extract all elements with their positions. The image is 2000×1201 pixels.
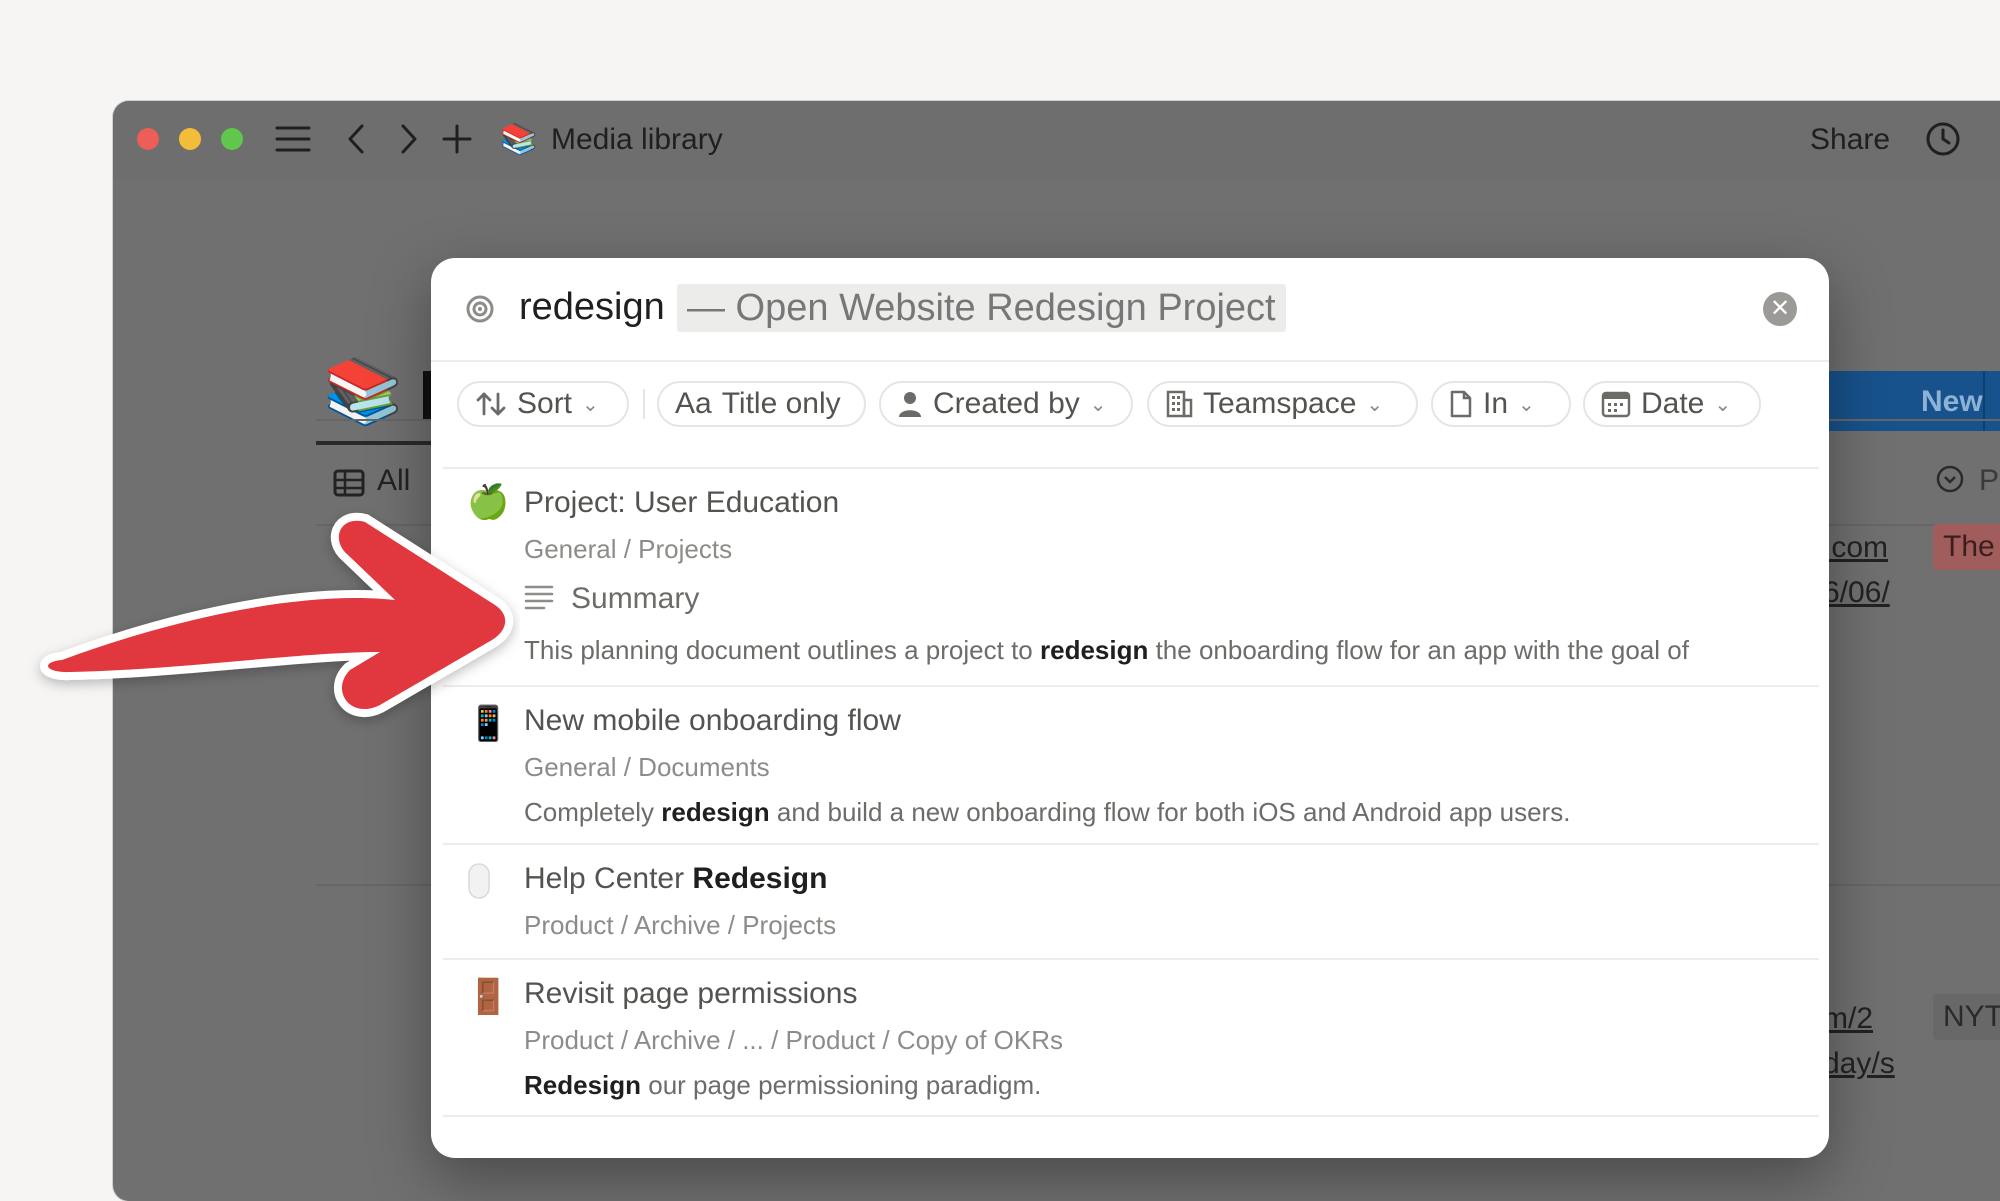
in-filter-chip[interactable]: In ⌄ — [1431, 381, 1571, 427]
date-filter-chip[interactable]: Date ⌄ — [1583, 381, 1761, 427]
publisher-tag: NYT — [1933, 994, 2000, 1040]
result-title: Help Center Redesign — [524, 862, 827, 896]
search-input[interactable]: redesign — [519, 286, 665, 329]
page-icon — [1449, 389, 1473, 419]
person-icon — [897, 390, 923, 418]
url-cell-text[interactable]: m/2 — [1823, 1002, 1873, 1036]
result-divider — [443, 1115, 1819, 1117]
in-label: In — [1483, 387, 1509, 420]
result-title: Revisit page permissions — [524, 977, 858, 1010]
result-title: New mobile onboarding flow — [524, 704, 901, 737]
search-result-item[interactable]: 📱 New mobile onboarding flow General / D… — [431, 686, 1829, 844]
search-result-item[interactable]: 🚪 Revisit page permissions Product / Arc… — [431, 959, 1829, 1129]
url-cell-text[interactable]: 6/06/ — [1823, 576, 1890, 610]
date-label: Date — [1641, 387, 1705, 420]
chevron-down-icon: ⌄ — [582, 393, 599, 416]
snippet-match: Redesign — [524, 1070, 642, 1100]
result-path: Product / Archive / Projects — [524, 910, 837, 940]
result-snippet: This planning document outlines a projec… — [524, 635, 1689, 666]
status-property-icon — [1935, 464, 1965, 499]
teamspace-label: Teamspace — [1203, 387, 1357, 420]
callout-arrow-icon — [40, 512, 514, 717]
result-snippet: Completely redesign and build a new onbo… — [524, 797, 1570, 828]
title-only-label: Title only — [721, 387, 841, 420]
snippet-text: and build a new onboarding flow for both… — [769, 797, 1571, 827]
clear-circle-icon[interactable]: ✕ — [1763, 292, 1797, 326]
result-title: Project: User Education — [524, 486, 840, 519]
title-text: Help Center — [524, 862, 693, 895]
history-clock-icon[interactable] — [1923, 119, 1963, 159]
summary-label: Summary — [571, 582, 700, 615]
snippet-text: Completely — [524, 797, 662, 827]
title-only-filter-chip[interactable]: Aa Title only — [657, 381, 866, 427]
chevron-down-icon: ⌄ — [1089, 393, 1107, 416]
chevron-down-icon: ⌄ — [1518, 393, 1535, 416]
chevron-down-icon: ⌄ — [1714, 393, 1732, 416]
mouse-icon — [467, 862, 491, 909]
result-path: General / Documents — [524, 752, 770, 782]
url-cell-text[interactable]: day/s — [1823, 1047, 1895, 1081]
teamspace-filter-chip[interactable]: Teamspace ⌄ — [1147, 381, 1418, 427]
door-icon: 🚪 — [467, 978, 510, 1016]
search-result-item[interactable]: Help Center Redesign Product / Archive /… — [431, 844, 1829, 958]
search-suggestion[interactable]: — Open Website Redesign Project — [677, 284, 1286, 332]
publisher-tag: The — [1933, 524, 2000, 570]
chevron-down-icon: ⌄ — [1366, 393, 1384, 416]
result-path: General / Projects — [524, 534, 733, 564]
snippet-text: our page permissioning paradigm. — [641, 1070, 1042, 1100]
created-by-filter-chip[interactable]: Created by ⌄ — [879, 381, 1133, 427]
page-title[interactable]: Media library — [551, 123, 723, 157]
title-match: Redesign — [692, 862, 828, 895]
new-button-label: New — [1921, 385, 1983, 418]
share-button[interactable]: Share — [1810, 123, 1890, 157]
new-button-divider — [1983, 371, 1985, 431]
property-column-marker: P — [1979, 464, 2000, 497]
search-modal: redesign — Open Website Redesign Project… — [431, 258, 1829, 1158]
calendar-icon — [1601, 390, 1631, 418]
search-bar[interactable]: redesign — Open Website Redesign Project… — [431, 258, 1829, 362]
new-button[interactable]: New — [1803, 371, 2000, 431]
building-icon — [1165, 389, 1193, 419]
sort-label: Sort — [517, 387, 573, 420]
snippet-match: redesign — [661, 797, 770, 827]
created-by-label: Created by — [933, 387, 1080, 420]
result-path: Product / Archive / ... / Product / Copy… — [524, 1025, 1063, 1055]
url-cell-text[interactable]: .com — [1823, 531, 1888, 565]
filter-divider — [643, 389, 645, 419]
summary-lines-icon — [524, 584, 554, 615]
aa-text-icon: Aa — [675, 387, 712, 420]
snippet-match: redesign — [1039, 635, 1149, 665]
snippet-text: the onboarding flow for an app with the … — [1148, 635, 1689, 665]
result-snippet: Redesign our page permissioning paradigm… — [524, 1070, 1041, 1101]
snippet-text: This planning document outlines a projec… — [524, 635, 1040, 665]
